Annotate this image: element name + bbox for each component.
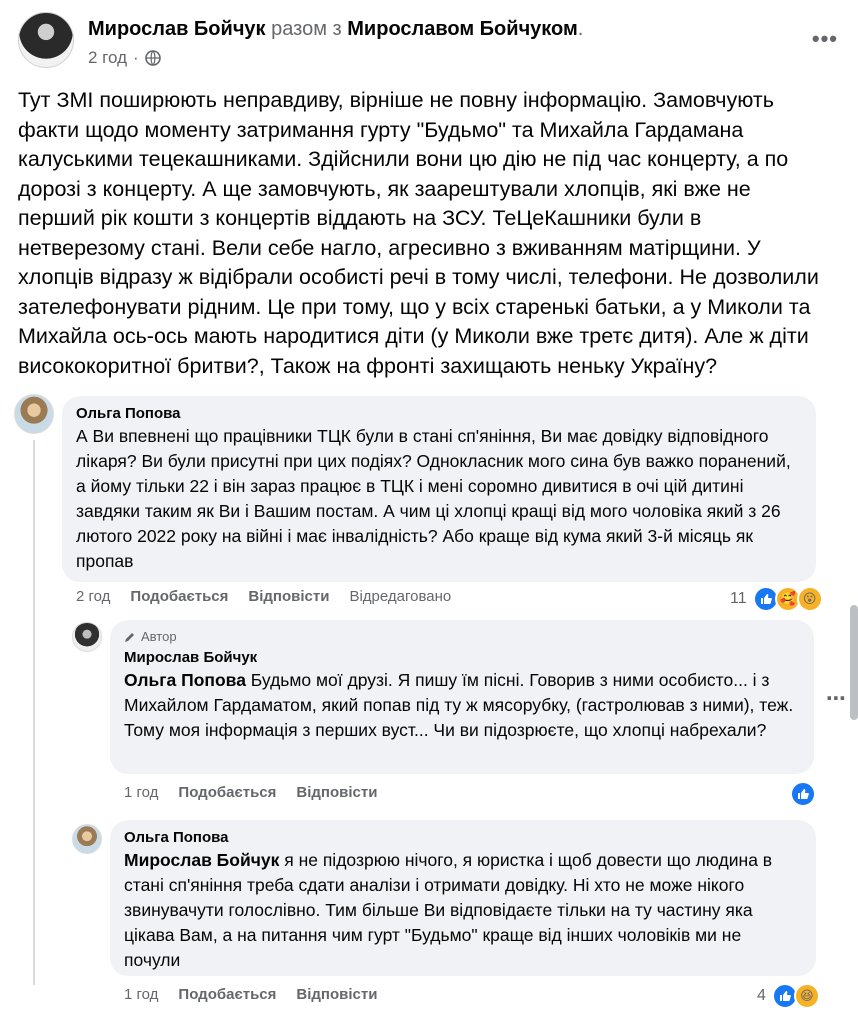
reply-button[interactable]: Відповісти [296, 986, 377, 1003]
post-author-name[interactable]: Мирослав Бойчук [88, 18, 266, 40]
mention-link[interactable]: Мирослав Бойчук [124, 850, 279, 870]
comment-bubble: Ольга Попова А Ви впевнені що працівники… [62, 396, 816, 582]
post-author-line: Мирослав Бойчук разом з Мирославом Бойчу… [88, 18, 583, 41]
post-time[interactable]: 2 год [88, 48, 127, 68]
reply-time[interactable]: 1 год [124, 784, 158, 801]
like-button[interactable]: Подобається [178, 986, 276, 1003]
post-with-suffix: . [577, 18, 584, 40]
reply-actions: 1 год Подобається Відповісти [124, 784, 377, 801]
post-with-author[interactable]: Мирославом Бойчуком [347, 18, 578, 40]
author-badge: Автор [124, 628, 800, 646]
meta-dot: · [133, 48, 139, 67]
reply-bubble: Автор Мирослав Бойчук Ольга Попова Будьм… [110, 620, 814, 774]
post-header: Мирослав Бойчук разом з Мирославом Бойчу… [18, 12, 838, 72]
author-badge-label: Автор [141, 629, 177, 644]
author-avatar[interactable] [18, 12, 74, 68]
like-button[interactable]: Подобається [178, 784, 276, 801]
reply-bubble: Ольга Попова Мирослав Бойчук я не підозр… [110, 820, 816, 976]
reply-button[interactable]: Відповісти [248, 588, 329, 605]
wow-reaction-icon: 😮 [796, 586, 823, 612]
reaction-count: 11 [730, 590, 747, 607]
mention-link[interactable]: Ольга Попова [124, 670, 246, 690]
comment-time[interactable]: 2 год [76, 588, 110, 605]
comment-author[interactable]: Ольга Попова [76, 404, 802, 424]
post-text: Тут ЗМІ поширюють неправдиву, вірніше не… [18, 88, 819, 378]
reaction-count: 4 [757, 987, 766, 1004]
comment-actions: 2 год Подобається Відповісти Відредагова… [76, 588, 451, 605]
replier-avatar[interactable] [72, 824, 102, 854]
globe-icon[interactable] [144, 50, 161, 66]
reactions-summary[interactable] [790, 781, 816, 807]
more-dots-icon[interactable]: ••• [812, 26, 838, 52]
edited-label: Відредаговано [349, 588, 452, 605]
more-dots-icon[interactable]: ⋯ [826, 686, 846, 711]
like-reaction-icon [790, 781, 816, 807]
reply-author[interactable]: Мирослав Бойчук [124, 648, 800, 668]
post-with-text: разом з [271, 18, 342, 40]
comment-text: А Ви впевнені що працівники ТЦК були в с… [76, 426, 791, 571]
reply-actions: 1 год Подобається Відповісти [124, 986, 377, 1003]
reply-time[interactable]: 1 год [124, 986, 158, 1003]
post-meta: 2 год · [88, 48, 161, 68]
haha-reaction-icon: 😆 [793, 983, 820, 1009]
reply-text: Мирослав Бойчук я не підозрюю нічого, я … [124, 848, 802, 973]
scrollbar[interactable] [850, 605, 858, 720]
commenter-avatar[interactable] [14, 394, 54, 434]
reply-author[interactable]: Ольга Попова [124, 828, 802, 848]
reply-button[interactable]: Відповісти [296, 784, 377, 801]
pencil-icon [125, 633, 134, 642]
reply-text: Ольга Попова Будьмо мої друзі. Я пишу їм… [124, 668, 800, 743]
like-button[interactable]: Подобається [130, 588, 228, 605]
reactions-summary[interactable]: 4 😆 [757, 983, 820, 1009]
reactions-summary[interactable]: 11 🥰 😮 [730, 586, 823, 612]
replier-avatar[interactable] [72, 622, 102, 652]
thread-line [33, 440, 35, 985]
